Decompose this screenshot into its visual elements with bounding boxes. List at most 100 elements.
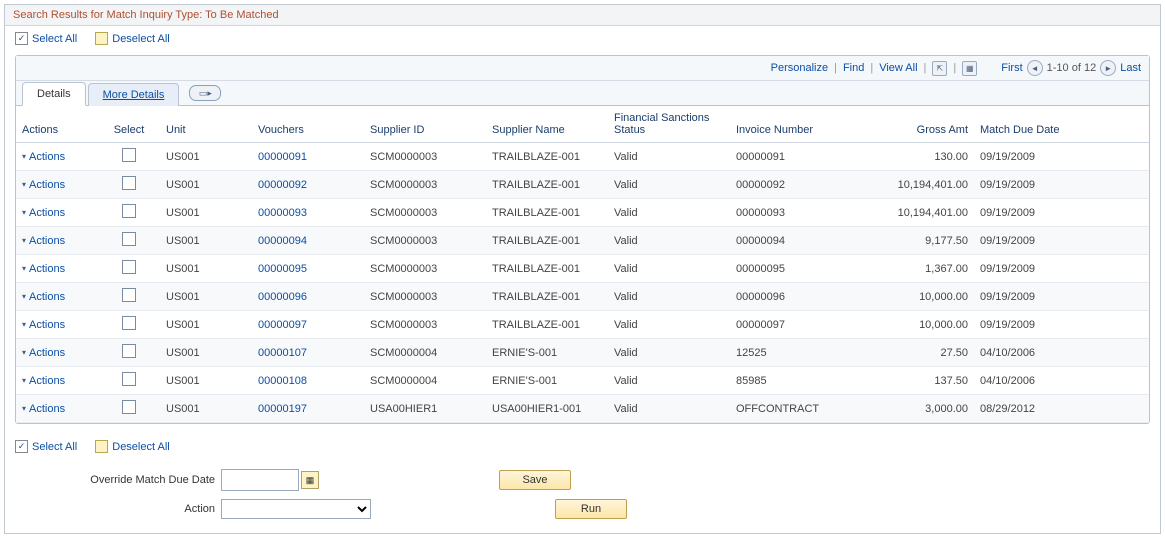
row-actions-menu[interactable]: ▾Actions (22, 151, 92, 163)
override-date-input[interactable] (221, 469, 299, 491)
cell-supplier-id: USA00HIER1 (364, 395, 486, 423)
row-select-checkbox[interactable] (122, 316, 136, 330)
row-actions-menu[interactable]: ▾Actions (22, 347, 92, 359)
table-row: ▾ActionsUS00100000091SCM0000003TRAILBLAZ… (16, 143, 1149, 171)
row-actions-label: Actions (29, 179, 65, 191)
deselect-all-bottom[interactable]: Deselect All (95, 440, 169, 453)
cell-gross-amt: 10,194,401.00 (862, 171, 974, 199)
action-select[interactable] (221, 499, 371, 519)
download-grid-icon[interactable]: ▦ (962, 61, 977, 76)
pager-prev-icon[interactable]: ◄ (1027, 60, 1043, 76)
cell-gross-amt: 9,177.50 (862, 227, 974, 255)
cell-unit: US001 (160, 143, 252, 171)
voucher-link[interactable]: 00000108 (258, 375, 307, 387)
calendar-icon[interactable]: ▦ (301, 471, 319, 489)
col-fin-sanctions: Financial Sanctions Status (608, 106, 730, 143)
row-select-checkbox[interactable] (122, 400, 136, 414)
select-all-bottom[interactable]: Select All (15, 440, 77, 453)
voucher-link[interactable]: 00000093 (258, 207, 307, 219)
checkbox-empty-icon (95, 440, 108, 453)
cell-match-due: 09/19/2009 (974, 311, 1149, 339)
personalize-link[interactable]: Personalize (771, 62, 828, 74)
cell-unit: US001 (160, 171, 252, 199)
row-select-checkbox[interactable] (122, 204, 136, 218)
cell-supplier-id: SCM0000003 (364, 227, 486, 255)
separator: | (870, 62, 873, 74)
cell-gross-amt: 10,194,401.00 (862, 199, 974, 227)
pager-first[interactable]: First (1001, 62, 1022, 74)
view-all-link[interactable]: View All (879, 62, 917, 74)
row-actions-label: Actions (29, 319, 65, 331)
cell-fin-status: Valid (608, 395, 730, 423)
cell-gross-amt: 137.50 (862, 367, 974, 395)
row-select-checkbox[interactable] (122, 372, 136, 386)
voucher-link[interactable]: 00000096 (258, 291, 307, 303)
row-select-checkbox[interactable] (122, 344, 136, 358)
zoom-grid-icon[interactable]: ⇱ (932, 61, 947, 76)
voucher-link[interactable]: 00000097 (258, 319, 307, 331)
table-row: ▾ActionsUS00100000097SCM0000003TRAILBLAZ… (16, 311, 1149, 339)
cell-gross-amt: 3,000.00 (862, 395, 974, 423)
voucher-link[interactable]: 00000197 (258, 403, 307, 415)
run-button[interactable]: Run (555, 499, 627, 519)
voucher-link[interactable]: 00000091 (258, 151, 307, 163)
pager-last[interactable]: Last (1120, 62, 1141, 74)
cell-gross-amt: 130.00 (862, 143, 974, 171)
deselect-all-label: Deselect All (112, 441, 169, 453)
row-actions-menu[interactable]: ▾Actions (22, 263, 92, 275)
col-match-due: Match Due Date (974, 106, 1149, 143)
triangle-down-icon: ▾ (22, 348, 26, 357)
cell-fin-status: Valid (608, 227, 730, 255)
voucher-link[interactable]: 00000107 (258, 347, 307, 359)
row-actions-menu[interactable]: ▾Actions (22, 179, 92, 191)
separator: | (834, 62, 837, 74)
row-actions-label: Actions (29, 151, 65, 163)
results-panel: Search Results for Match Inquiry Type: T… (4, 4, 1161, 534)
voucher-link[interactable]: 00000094 (258, 235, 307, 247)
row-actions-label: Actions (29, 263, 65, 275)
pager-range: 1-10 of 12 (1047, 62, 1097, 74)
row-select-checkbox[interactable] (122, 232, 136, 246)
cell-invoice: 12525 (730, 339, 862, 367)
deselect-all-top[interactable]: Deselect All (95, 32, 169, 45)
tab-more-details[interactable]: More Details (88, 83, 180, 106)
cell-match-due: 04/10/2006 (974, 367, 1149, 395)
panel-title: Search Results for Match Inquiry Type: T… (5, 5, 1160, 26)
col-vouchers: Vouchers (252, 106, 364, 143)
cell-invoice: 85985 (730, 367, 862, 395)
tab-more-details-label: More Details (103, 89, 165, 101)
row-actions-menu[interactable]: ▾Actions (22, 291, 92, 303)
save-button[interactable]: Save (499, 470, 571, 490)
table-row: ▾ActionsUS00100000092SCM0000003TRAILBLAZ… (16, 171, 1149, 199)
cell-unit: US001 (160, 367, 252, 395)
row-actions-menu[interactable]: ▾Actions (22, 375, 92, 387)
cell-invoice: 00000091 (730, 143, 862, 171)
cell-supplier-name: TRAILBLAZE-001 (486, 227, 608, 255)
voucher-link[interactable]: 00000092 (258, 179, 307, 191)
row-select-checkbox[interactable] (122, 148, 136, 162)
cell-match-due: 09/19/2009 (974, 199, 1149, 227)
tab-details[interactable]: Details (22, 82, 86, 106)
show-all-columns-icon[interactable]: ▭▸ (189, 85, 221, 101)
row-actions-menu[interactable]: ▾Actions (22, 207, 92, 219)
row-select-checkbox[interactable] (122, 260, 136, 274)
row-select-checkbox[interactable] (122, 288, 136, 302)
find-link[interactable]: Find (843, 62, 864, 74)
row-actions-menu[interactable]: ▾Actions (22, 403, 92, 415)
table-row: ▾Actions US001 00000094 SCM0000003TRAILBLAZ… (16, 227, 1149, 255)
row-actions-menu[interactable]: ▾Actions (22, 235, 92, 247)
select-all-top[interactable]: Select All (15, 32, 77, 45)
row-actions-label: Actions (29, 207, 65, 219)
table-row: ▾ActionsUS00100000197USA00HIER1USA00HIER… (16, 395, 1149, 423)
row-actions-menu[interactable]: ▾Actions (22, 319, 92, 331)
col-invoice: Invoice Number (730, 106, 862, 143)
voucher-link[interactable]: 00000095 (258, 263, 307, 275)
deselect-all-label: Deselect All (112, 33, 169, 45)
row-select-checkbox[interactable] (122, 176, 136, 190)
col-supplier-id: Supplier ID (364, 106, 486, 143)
table-row: ▾ActionsUS00100000095SCM0000003TRAILBLAZ… (16, 255, 1149, 283)
cell-unit: US001 (160, 227, 252, 255)
cell-supplier-name: TRAILBLAZE-001 (486, 311, 608, 339)
cell-supplier-id: SCM0000003 (364, 171, 486, 199)
pager-next-icon[interactable]: ► (1100, 60, 1116, 76)
